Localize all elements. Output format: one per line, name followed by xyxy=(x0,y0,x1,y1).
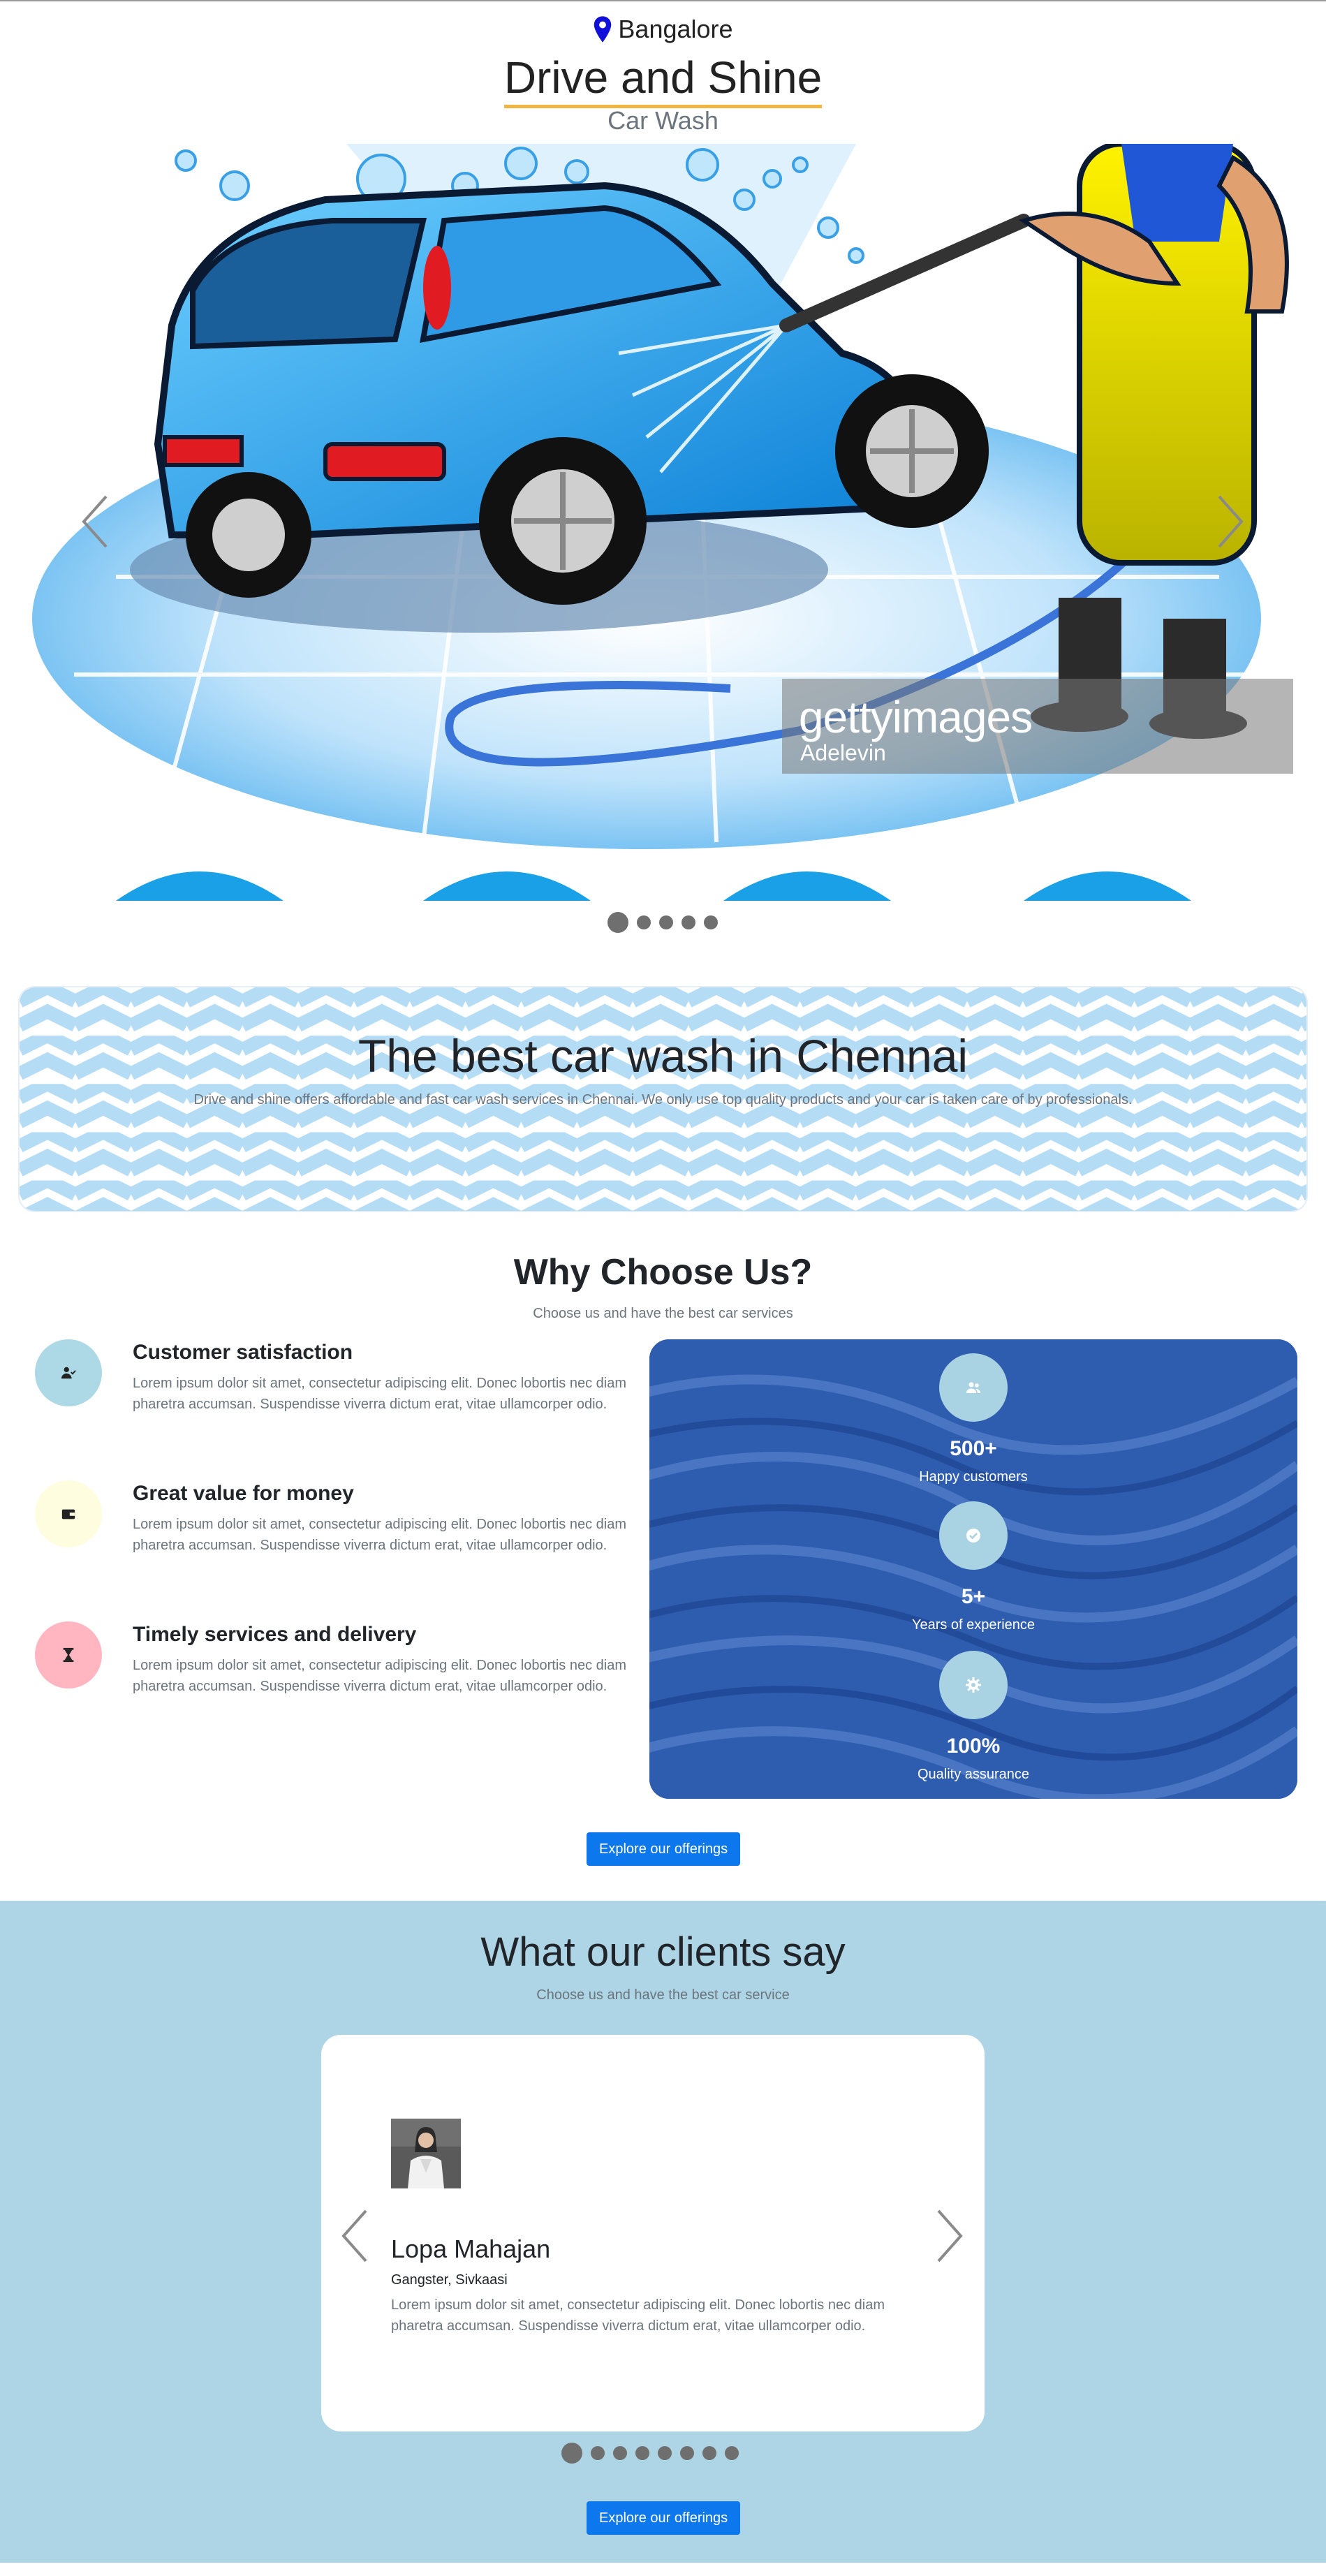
gear-icon xyxy=(966,1677,981,1693)
testimonial-prev-button[interactable] xyxy=(334,2201,376,2271)
testimonial-role: Gangster, Sivkaasi xyxy=(391,2272,508,2288)
stat-icon-circle xyxy=(939,1651,1008,1719)
feature-icon-circle xyxy=(35,1339,102,1406)
intro-banner: The best car wash in Chennai Drive and s… xyxy=(18,986,1308,1212)
watermark: gettyimages Adelevin xyxy=(782,679,1293,774)
testimonial-name: Lopa Mahajan xyxy=(391,2235,551,2263)
avatar xyxy=(391,2119,461,2188)
testimonial-quote: Lorem ipsum dolor sit amet, consectetur … xyxy=(391,2297,885,2334)
chevron-left-icon xyxy=(341,2209,367,2262)
testimonial-next-button[interactable] xyxy=(929,2201,971,2271)
chevron-left-icon xyxy=(82,495,108,548)
testimonial-indicator[interactable] xyxy=(591,2446,605,2460)
feature-text: Lorem ipsum dolor sit amet, consectetur … xyxy=(133,1517,626,1553)
testimonial-indicator[interactable] xyxy=(725,2446,739,2460)
location-label: Bangalore xyxy=(618,15,733,43)
testimonial-indicator[interactable] xyxy=(658,2446,672,2460)
hero-indicator[interactable] xyxy=(637,915,651,929)
testimonials-subtitle: Choose us and have the best car service xyxy=(536,1987,790,2003)
stat-label: Quality assurance xyxy=(917,1767,1030,1782)
feature-text: Lorem ipsum dolor sit amet, consectetur … xyxy=(133,1658,626,1694)
hero-indicators xyxy=(607,912,718,933)
hero-carousel: gettyimages Adelevin xyxy=(32,144,1293,901)
wallet-icon xyxy=(61,1509,75,1519)
stat-label: Happy customers xyxy=(919,1469,1028,1485)
testimonial-indicator[interactable] xyxy=(635,2446,649,2460)
testimonials-section: What our clients say Choose us and have … xyxy=(0,1901,1326,2563)
testimonials-title: What our clients say xyxy=(480,1929,846,1975)
feature-title: Timely services and delivery xyxy=(133,1623,417,1646)
users-icon xyxy=(966,1382,980,1393)
stat-value: 5+ xyxy=(961,1585,986,1608)
hero-indicator[interactable] xyxy=(704,915,718,929)
testimonial-indicator[interactable] xyxy=(702,2446,716,2460)
brand-title: Drive and Shine xyxy=(503,50,823,108)
location[interactable]: Bangalore xyxy=(593,13,733,46)
hero-indicator[interactable] xyxy=(607,912,628,933)
stat-icon-circle xyxy=(939,1501,1008,1570)
testimonial-indicator[interactable] xyxy=(680,2446,694,2460)
brand-subtitle: Car Wash xyxy=(607,106,719,135)
explore-offerings-button[interactable]: Explore our offerings xyxy=(587,1832,741,1866)
why-subtitle: Choose us and have the best car services xyxy=(533,1306,793,1321)
stat-value: 500+ xyxy=(950,1437,997,1460)
hero-prev-button[interactable] xyxy=(74,487,116,557)
stat-years-experience: 5+ Years of experience xyxy=(649,1501,1297,1633)
stat-happy-customers: 500+ Happy customers xyxy=(649,1353,1297,1485)
feature-title: Great value for money xyxy=(133,1482,354,1505)
user-check-icon xyxy=(61,1367,76,1379)
testimonial-indicator[interactable] xyxy=(613,2446,627,2460)
feature-text: Lorem ipsum dolor sit amet, consectetur … xyxy=(133,1376,626,1412)
check-circle-icon xyxy=(966,1529,980,1543)
testimonial-card: Lopa Mahajan Gangster, Sivkaasi Lorem ip… xyxy=(321,2035,985,2431)
top-border xyxy=(0,0,1326,1)
feature-icon-circle xyxy=(35,1480,102,1547)
avatar-image xyxy=(391,2119,461,2188)
feature-icon-circle xyxy=(35,1621,102,1688)
banner-title: The best car wash in Chennai xyxy=(358,1030,968,1082)
hourglass-icon xyxy=(63,1647,74,1663)
hero-next-button[interactable] xyxy=(1209,487,1251,557)
chevron-right-icon xyxy=(937,2209,963,2262)
brand: Drive and Shine xyxy=(0,50,1326,108)
stat-icon-circle xyxy=(939,1353,1008,1422)
stat-value: 100% xyxy=(946,1735,1001,1758)
why-title: Why Choose Us? xyxy=(513,1252,813,1293)
testimonial-indicator[interactable] xyxy=(561,2443,582,2464)
stat-quality-assurance: 100% Quality assurance xyxy=(649,1651,1297,1783)
feature-customer-satisfaction: Customer satisfaction Lorem ipsum dolor … xyxy=(35,1339,635,1444)
watermark-brand: gettyimages xyxy=(799,692,1033,742)
stat-label: Years of experience xyxy=(911,1617,1036,1633)
hero-indicator[interactable] xyxy=(659,915,673,929)
hero-indicator[interactable] xyxy=(682,915,695,929)
watermark-credit: Adelevin xyxy=(800,740,886,765)
feature-great-value: Great value for money Lorem ipsum dolor … xyxy=(35,1480,635,1585)
banner-text: Drive and shine offers affordable and fa… xyxy=(193,1092,1133,1107)
feature-timely-services: Timely services and delivery Lorem ipsum… xyxy=(35,1621,635,1726)
feature-title: Customer satisfaction xyxy=(133,1341,353,1364)
testimonial-indicators xyxy=(561,2443,739,2464)
header: Bangalore xyxy=(0,13,1326,47)
explore-offerings-button[interactable]: Explore our offerings xyxy=(587,2501,741,2535)
hero-image xyxy=(32,144,1293,901)
stats-panel: 500+ Happy customers 5+ Years of experie… xyxy=(649,1339,1297,1799)
map-pin-icon xyxy=(594,16,612,43)
chevron-right-icon xyxy=(1218,495,1244,548)
